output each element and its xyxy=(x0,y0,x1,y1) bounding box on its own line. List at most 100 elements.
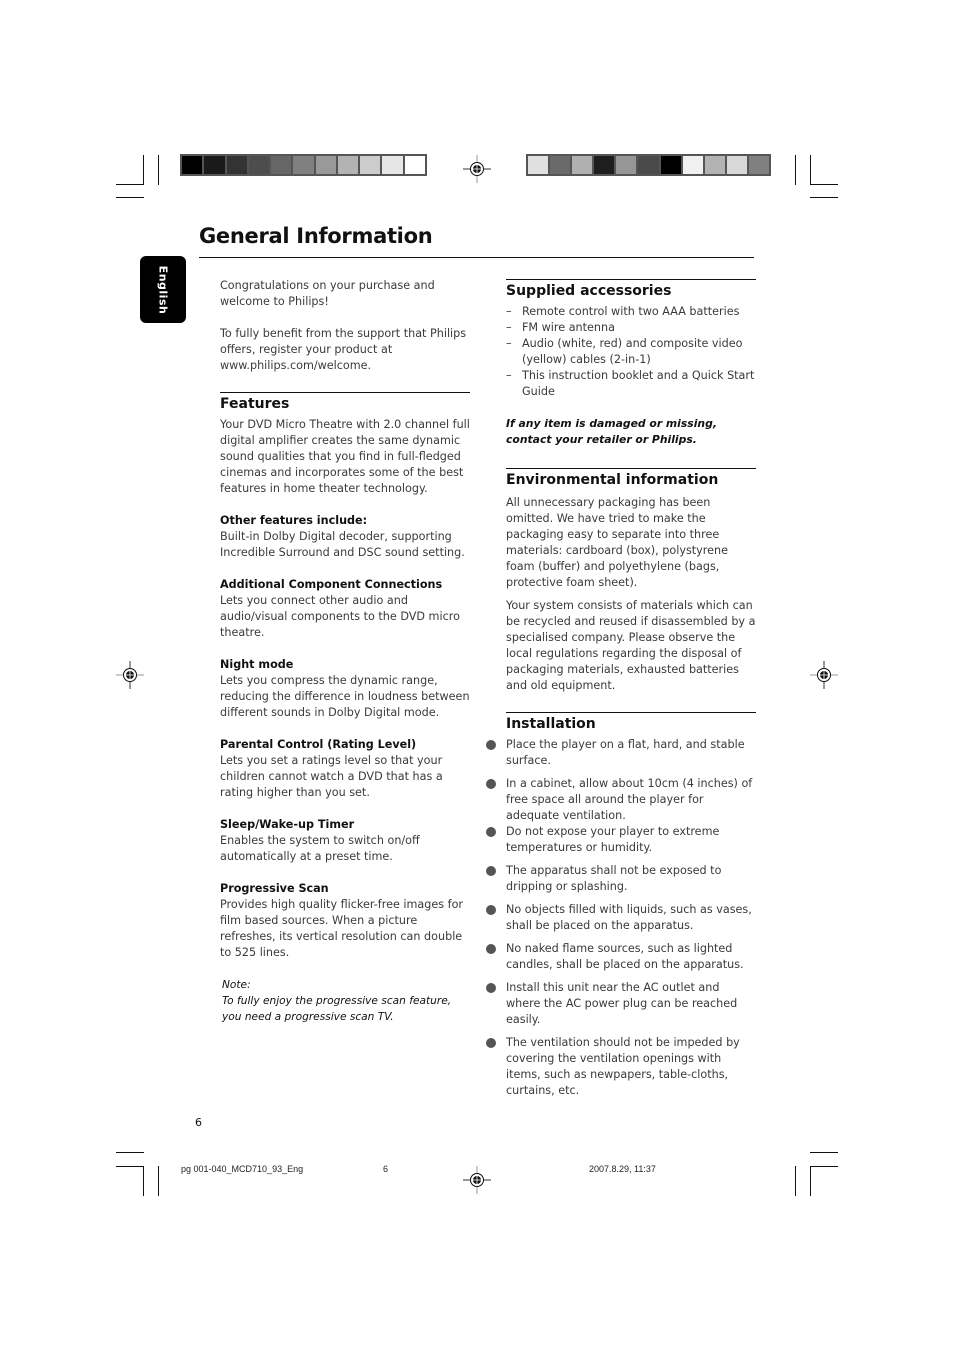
print-timestamp: 2007.8.29, 11:37 xyxy=(589,1164,656,1174)
registration-mark-icon xyxy=(116,661,144,689)
crop-mark xyxy=(143,155,144,185)
crop-mark xyxy=(116,197,144,198)
color-swatch xyxy=(594,156,615,174)
feature-title: Other features include: xyxy=(220,514,368,527)
section-divider xyxy=(220,392,470,393)
color-swatch xyxy=(248,156,270,174)
list-item: No objects filled with liquids, such as … xyxy=(486,902,756,934)
color-swatch xyxy=(704,156,725,174)
color-swatch xyxy=(382,156,403,174)
intro-paragraph: Congratulations on your purchase and wel… xyxy=(220,279,435,308)
registration-mark-icon xyxy=(810,661,838,689)
list-item: – Audio (white, red) and composite video … xyxy=(506,337,743,366)
dash-bullet: – xyxy=(506,337,512,350)
feature-item: Night mode Lets you compress the dynamic… xyxy=(220,657,470,721)
feature-title: Sleep/Wake-up Timer xyxy=(220,818,355,831)
color-swatch xyxy=(616,156,637,174)
crop-mark xyxy=(795,1166,796,1196)
left-column: Congratulations on your purchase and wel… xyxy=(220,278,470,1025)
color-swatch xyxy=(550,156,571,174)
intro-paragraph: To fully benefit from the support that P… xyxy=(220,327,467,372)
environment-heading: Environmental information xyxy=(506,472,719,488)
crop-mark xyxy=(810,197,838,198)
bullet-icon xyxy=(486,779,496,789)
feature-title: Night mode xyxy=(220,658,294,671)
list-item: Place the player on a flat, hard, and st… xyxy=(486,737,756,769)
environment-paragraph: All unnecessary packaging has been omitt… xyxy=(506,496,729,589)
feature-title: Additional Component Connections xyxy=(220,578,443,591)
crop-mark xyxy=(116,1152,144,1153)
features-heading: Features xyxy=(220,396,290,412)
list-item: Do not expose your player to extreme tem… xyxy=(486,824,756,856)
color-swatch xyxy=(404,156,425,174)
note-text: To fully enjoy the progressive scan feat… xyxy=(222,995,452,1023)
note-label: Note: xyxy=(222,979,251,991)
accessories-list: – Remote control with two AAA batteries –… xyxy=(506,304,756,400)
color-swatch xyxy=(226,156,247,174)
installation-heading: Installation xyxy=(506,716,596,732)
crop-mark xyxy=(158,155,159,185)
list-item: – Remote control with two AAA batteries xyxy=(506,305,740,318)
bullet-icon xyxy=(486,944,496,954)
color-swatch xyxy=(660,156,681,174)
crop-mark xyxy=(810,155,811,185)
bullet-icon xyxy=(486,1038,496,1048)
feature-text: Lets you set a ratings level so that you… xyxy=(220,754,443,799)
crop-mark xyxy=(810,1152,838,1153)
crop-mark xyxy=(810,1166,838,1167)
environment-paragraph: Your system consists of materials which … xyxy=(506,599,756,692)
feature-item: Parental Control (Rating Level) Lets you… xyxy=(220,737,470,801)
color-swatch xyxy=(271,156,292,174)
note: Note: To fully enjoy the progressive sca… xyxy=(220,977,470,1025)
list-item: – This instruction booklet and a Quick St… xyxy=(506,369,755,398)
dash-bullet: – xyxy=(506,369,512,382)
color-swatch xyxy=(682,156,703,174)
print-page-number: 6 xyxy=(383,1164,389,1174)
color-swatch xyxy=(182,156,203,174)
color-calibration-bar-left xyxy=(180,154,427,176)
accessories-warning: If any item is damaged or missing, conta… xyxy=(506,417,717,446)
feature-item: Additional Component Connections Lets yo… xyxy=(220,577,470,641)
dash-bullet: – xyxy=(506,305,512,318)
accessories-heading: Supplied accessories xyxy=(506,283,672,299)
section-divider xyxy=(506,712,756,713)
crop-mark xyxy=(158,1166,159,1196)
list-item: The ventilation should not be impeded by… xyxy=(486,1035,756,1099)
feature-title: Parental Control (Rating Level) xyxy=(220,738,417,751)
feature-text: Lets you compress the dynamic range, red… xyxy=(220,674,470,719)
bullet-icon xyxy=(486,983,496,993)
feature-text: Lets you connect other audio and audio/v… xyxy=(220,594,460,639)
dash-bullet: – xyxy=(506,321,512,334)
section-divider xyxy=(506,279,756,280)
installation-list: Place the player on a flat, hard, and st… xyxy=(486,737,756,1099)
feature-item: Other features include: Built-in Dolby D… xyxy=(220,513,470,561)
bullet-icon xyxy=(486,905,496,915)
page-number: 6 xyxy=(195,1116,202,1129)
list-item: In a cabinet, allow about 10cm (4 inches… xyxy=(486,776,756,824)
section-divider xyxy=(506,468,756,469)
crop-mark xyxy=(116,184,144,185)
crop-mark xyxy=(810,184,838,185)
color-swatch xyxy=(638,156,659,174)
color-swatch xyxy=(572,156,593,174)
color-swatch xyxy=(337,156,359,174)
feature-text: Provides high quality flicker-free image… xyxy=(220,898,464,959)
registration-mark-icon xyxy=(463,155,491,183)
color-calibration-bar-right xyxy=(526,154,771,176)
crop-mark xyxy=(116,1166,144,1167)
feature-title: Progressive Scan xyxy=(220,882,329,895)
feature-item: Progressive Scan Provides high quality f… xyxy=(220,881,470,961)
page-title: General Information xyxy=(199,224,433,248)
list-item: The apparatus shall not be exposed to dr… xyxy=(486,863,756,895)
list-item: – FM wire antenna xyxy=(506,321,615,334)
feature-text: Built-in Dolby Digital decoder, supporti… xyxy=(220,530,465,559)
crop-mark xyxy=(795,155,796,185)
feature-text: Enables the system to switch on/off auto… xyxy=(220,834,420,863)
color-swatch xyxy=(204,156,225,174)
features-body: Your DVD Micro Theatre with 2.0 channel … xyxy=(220,418,470,495)
bullet-icon xyxy=(486,740,496,750)
language-tab-label: English xyxy=(156,265,170,314)
color-swatch xyxy=(293,156,314,174)
color-swatch xyxy=(360,156,381,174)
feature-item: Sleep/Wake-up Timer Enables the system t… xyxy=(220,817,470,865)
